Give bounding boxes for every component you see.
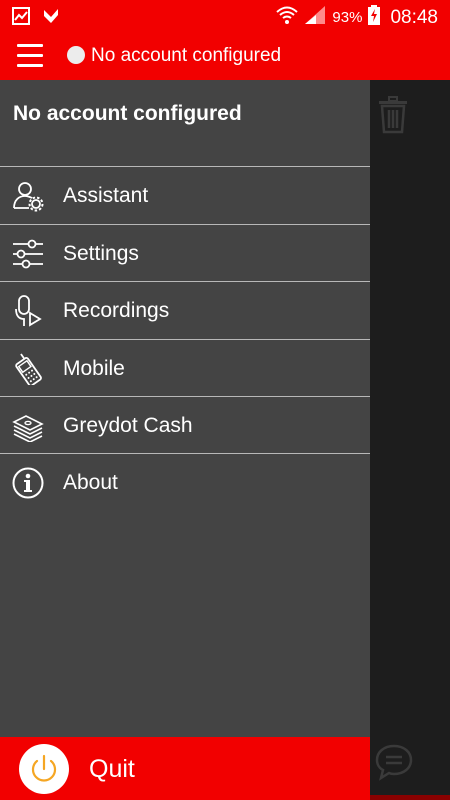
account-status-dot [67, 46, 85, 64]
menu-item-settings[interactable]: Settings [0, 223, 370, 282]
menu-label-recordings: Recordings [63, 299, 170, 322]
wifi-icon [276, 5, 299, 30]
menu-label-greydot-cash: Greydot Cash [63, 414, 193, 437]
quit-button[interactable]: Quit [0, 737, 370, 800]
app-screen: 93% 08:48 No account configured No accou… [0, 0, 450, 800]
cash-stack-icon [12, 410, 44, 443]
status-bar: 93% 08:48 [0, 0, 450, 33]
quit-label: Quit [89, 755, 135, 783]
navigation-drawer: No account configured Assistant Settings [0, 80, 370, 737]
drawer-header: No account configured [0, 80, 370, 166]
power-icon [19, 744, 69, 794]
menu-item-assistant[interactable]: Assistant [0, 166, 370, 224]
battery-charging-icon [368, 5, 381, 30]
microphone-play-icon [12, 295, 44, 327]
hamburger-menu-icon[interactable] [17, 44, 43, 68]
menu-item-about[interactable]: About [0, 454, 370, 512]
menu-item-greydot-cash[interactable]: Greydot Cash [0, 396, 370, 454]
chat-bubble-icon[interactable] [375, 743, 413, 786]
menu-label-mobile: Mobile [63, 356, 125, 380]
menu-label-about: About [63, 470, 118, 494]
user-settings-icon [12, 180, 44, 212]
mobile-phone-icon [12, 352, 44, 387]
drawer-header-title: No account configured [13, 102, 242, 125]
menu-label-assistant: Assistant [63, 184, 149, 207]
info-icon [12, 467, 44, 499]
gallery-notification-icon [12, 7, 30, 30]
menu-item-mobile[interactable]: Mobile [0, 338, 370, 397]
menu-label-settings: Settings [63, 241, 139, 265]
content-bottom-bar [370, 795, 450, 800]
drawer-menu: Assistant Settings Recordings Mobile Gre… [0, 166, 370, 511]
app-bar: No account configured [0, 33, 450, 80]
trash-icon[interactable] [378, 96, 408, 139]
clock: 08:48 [390, 6, 438, 28]
main-content [370, 80, 450, 800]
task-notification-icon [42, 7, 60, 30]
battery-percent: 93% [332, 9, 363, 26]
account-status-text: No account configured [91, 45, 282, 66]
menu-item-recordings[interactable]: Recordings [0, 281, 370, 339]
sliders-icon [12, 238, 44, 270]
signal-icon [304, 5, 326, 30]
